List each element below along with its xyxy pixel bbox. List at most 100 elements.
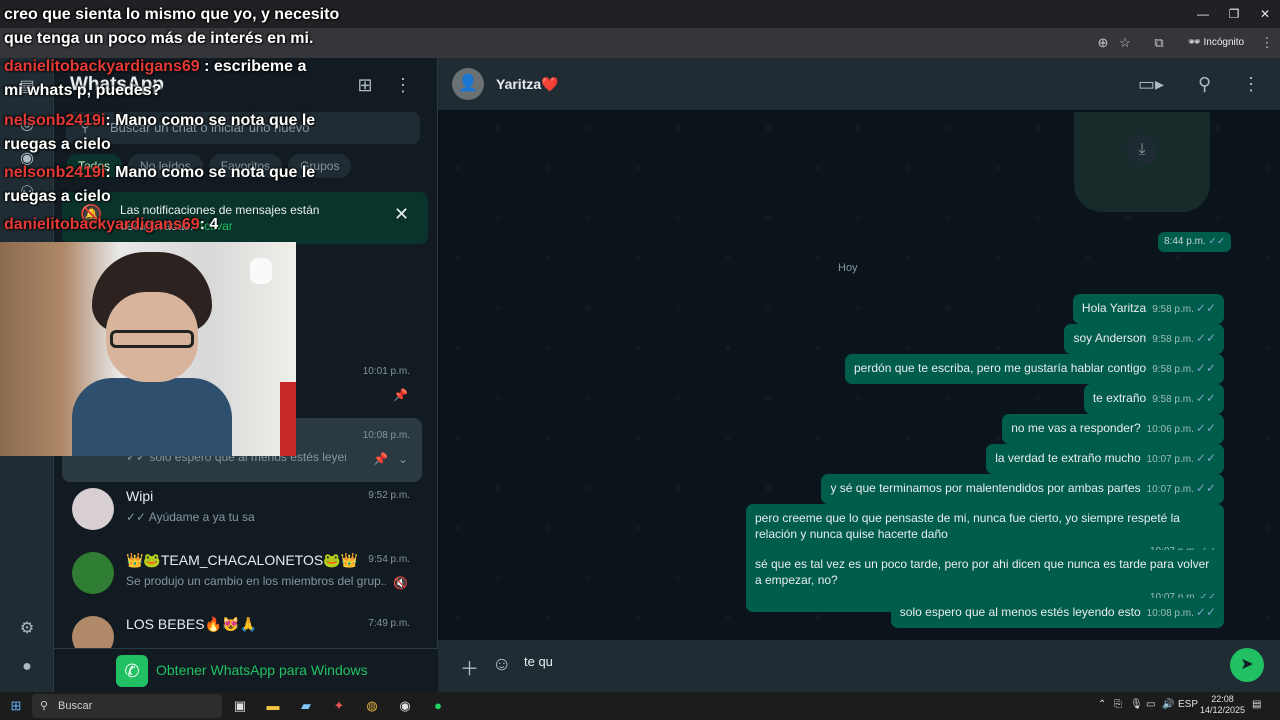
close-window-button[interactable]: ✕ — [1250, 4, 1280, 24]
webcam-overlay — [0, 242, 296, 456]
overlay-line: que tenga un poco más de interés en mi. — [4, 30, 314, 47]
outgoing-message[interactable]: soy Anderson 9:58 p.m. ✓✓ — [1064, 324, 1224, 354]
close-icon[interactable]: ✕ — [394, 204, 409, 225]
outgoing-message[interactable]: perdón que te escriba, pero me gustaría … — [845, 354, 1224, 384]
outgoing-message[interactable]: y sé que terminamos por malentendidos po… — [821, 474, 1224, 504]
chrome-icon[interactable]: ◍ — [362, 696, 382, 716]
gaming-chair — [280, 382, 296, 456]
menu-icon[interactable]: ⋮ — [1242, 74, 1260, 95]
overlay-line: mi whats p, puedes? — [4, 82, 162, 99]
profile-icon[interactable]: ● — [16, 656, 38, 678]
overlay-line: nelsonb2419i: Mano como se nota que le — [4, 112, 316, 129]
start-icon[interactable]: ⊞ — [6, 696, 26, 716]
figurine — [250, 258, 272, 284]
get-windows-app-banner[interactable]: ✆ Obtener WhatsApp para Windows — [54, 648, 438, 692]
chat-snippet: ✓✓ Ayúdame a ya tu sa — [126, 510, 255, 524]
chat-list-item[interactable]: Wipi 9:52 p.m. ✓✓ Ayúdame a ya tu sa — [62, 478, 422, 542]
media-message[interactable]: ⤓ — [1074, 112, 1210, 212]
restore-button[interactable]: ❐ — [1219, 4, 1249, 24]
contact-name[interactable]: Yaritza❤️ — [496, 76, 559, 93]
get-app-label: Obtener WhatsApp para Windows — [156, 662, 368, 678]
chat-snippet: Se produjo un cambio en los miembros del… — [126, 574, 386, 588]
task-view-icon[interactable]: ▣ — [230, 696, 250, 716]
overlay-line: nelsonb2419i: Mano como se nota que le — [4, 164, 316, 181]
menu-icon[interactable]: ⋮ — [392, 74, 414, 96]
conversation-panel: 👤 Yaritza❤️ ▭▸ ⚲ ⋮ ⤓ 8:44 p.m. ✓✓ Hoy Ho… — [438, 58, 1280, 692]
install-app-icon[interactable]: ⧉ — [1150, 34, 1168, 52]
read-ticks-icon: ✓✓ — [1195, 331, 1216, 345]
stream-chat-overlay: creo que sienta lo mismo que yo, y neces… — [0, 0, 339, 240]
incognito-indicator[interactable]: 🕶 Incógnito — [1188, 34, 1244, 52]
pin-icon: 📌 — [373, 452, 388, 466]
tray-icon[interactable]: ⎘ — [1114, 699, 1122, 710]
avatar — [72, 488, 114, 530]
chevron-down-icon[interactable]: ⌄ — [398, 452, 408, 466]
clock[interactable]: 22:08 14/12/2025 — [1200, 694, 1245, 716]
spotify-icon[interactable]: ● — [428, 696, 448, 716]
tray-chevron-icon[interactable]: ⌃ — [1098, 699, 1106, 710]
read-ticks-icon: ✓✓ — [1195, 301, 1216, 315]
sticker-emoji-icon[interactable]: ☺ — [492, 654, 511, 676]
search-icon[interactable]: ⚲ — [1198, 74, 1211, 95]
app-icon[interactable]: ✦ — [329, 696, 349, 716]
chat-time: 10:08 p.m. — [362, 430, 410, 441]
video-call-icon[interactable]: ▭▸ — [1138, 74, 1164, 95]
streamer — [62, 252, 242, 456]
outgoing-message[interactable]: te extraño 9:58 p.m. ✓✓ — [1083, 384, 1224, 414]
search-icon: ⚲ — [40, 700, 49, 712]
outgoing-message[interactable]: la verdad te extraño mucho 10:07 p.m. ✓✓ — [986, 444, 1224, 474]
pin-icon: 📌 — [393, 388, 408, 402]
zoom-icon[interactable]: ⊕ — [1094, 34, 1112, 52]
chat-list-item[interactable]: LOS BEBES🔥😻🙏 7:49 p.m. — [62, 606, 422, 648]
network-icon[interactable]: ▭ — [1146, 699, 1155, 710]
read-ticks-icon: ✓✓ — [1195, 391, 1216, 405]
new-chat-icon[interactable]: ⊞ — [354, 74, 376, 96]
outgoing-message[interactable]: no me vas a responder? 10:06 p.m. ✓✓ — [1002, 414, 1224, 444]
download-icon[interactable]: ⤓ — [1126, 134, 1158, 166]
outgoing-message[interactable]: solo espero que al menos estés leyendo e… — [890, 598, 1224, 628]
language-indicator[interactable]: ESP — [1178, 699, 1198, 710]
chat-header[interactable]: 👤 Yaritza❤️ ▭▸ ⚲ ⋮ — [438, 58, 1280, 110]
chat-time: 10:01 p.m. — [362, 366, 410, 377]
taskbar-search[interactable]: ⚲ Buscar — [32, 694, 222, 718]
chat-name: 👑🐸TEAM_CHACALONETOS🐸👑 — [126, 552, 359, 568]
send-icon[interactable]: ➤ — [1230, 648, 1264, 682]
settings-gear-icon[interactable]: ⚙ — [16, 618, 38, 640]
attach-plus-icon[interactable]: ＋ — [460, 654, 479, 681]
message-input[interactable]: te qu — [524, 654, 553, 669]
chrome-menu-icon[interactable]: ⋮ — [1258, 34, 1276, 52]
overlay-line: creo que sienta lo mismo que yo, y neces… — [4, 6, 340, 23]
read-ticks-icon: ✓✓ — [1195, 361, 1216, 375]
volume-icon[interactable]: 🔊 — [1162, 699, 1174, 710]
read-ticks-icon: ✓✓ — [1195, 481, 1216, 495]
notepad-icon[interactable]: ▰ — [296, 696, 316, 716]
bookmark-star-icon[interactable]: ☆ — [1116, 34, 1134, 52]
incognito-label: Incógnito — [1203, 37, 1245, 48]
read-ticks-icon: ✓✓ — [1195, 451, 1216, 465]
message-time: 8:44 p.m. ✓✓ — [1158, 232, 1232, 252]
taskbar: ⊞ ⚲ Buscar ▣ ▬ ▰ ✦ ◍ ◉ ● ⌃ ⎘ 🎙 ▭ 🔊 ESP 22… — [0, 692, 1280, 720]
incognito-icon: 🕶 — [1188, 37, 1204, 48]
chat-time: 7:49 p.m. — [368, 618, 410, 629]
overlay-line: danielitobackyardigans69 : escribeme a — [4, 58, 307, 75]
file-explorer-icon[interactable]: ▬ — [263, 696, 283, 716]
minimize-button[interactable]: — — [1188, 4, 1218, 24]
read-ticks-icon: ✓✓ — [1195, 605, 1216, 619]
chat-time: 9:52 p.m. — [368, 490, 410, 501]
overlay-line: danielitobackyardigans69: 4 — [4, 216, 219, 233]
avatar — [72, 616, 114, 648]
chat-list-item[interactable]: 👑🐸TEAM_CHACALONETOS🐸👑 9:54 p.m. Se produ… — [62, 542, 422, 606]
whatsapp-logo-icon: ✆ — [116, 655, 148, 687]
mic-icon[interactable]: 🎙 — [1130, 699, 1143, 710]
contact-avatar[interactable]: 👤 — [452, 68, 484, 100]
overlay-line: ruegas a cielo — [4, 136, 111, 153]
notification-icon[interactable]: ▤ — [1252, 699, 1261, 710]
chat-time: 9:54 p.m. — [368, 554, 410, 565]
obs-icon[interactable]: ◉ — [395, 696, 415, 716]
day-separator: Hoy — [838, 262, 858, 274]
chat-name: Wipi — [126, 488, 154, 504]
message-composer: ＋ ☺ te qu ➤ — [438, 640, 1280, 692]
muted-icon: 🔇 — [393, 576, 408, 590]
outgoing-message[interactable]: Hola Yaritza 9:58 p.m. ✓✓ — [1072, 294, 1224, 324]
read-ticks-icon: ✓✓ — [1195, 421, 1216, 435]
